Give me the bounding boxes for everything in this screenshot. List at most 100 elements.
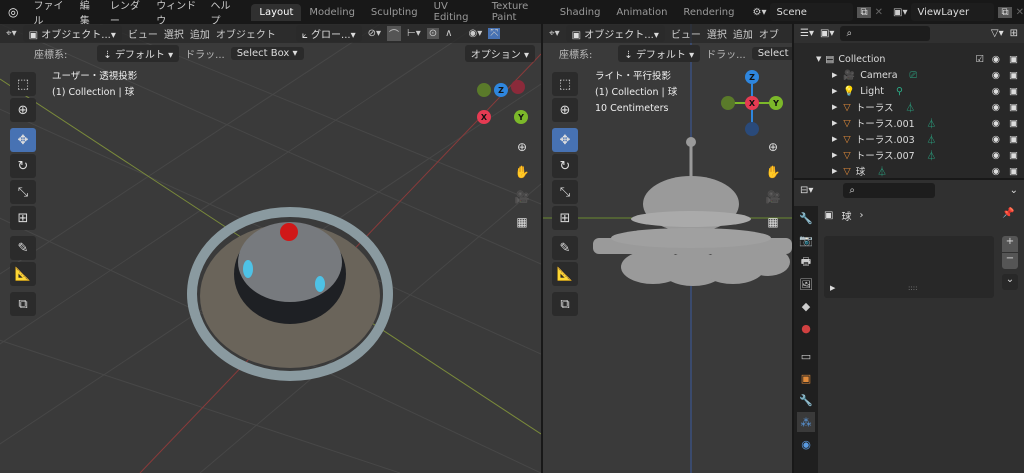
eye-icon[interactable]: ◉ (992, 86, 1000, 97)
render-icon[interactable]: ▣ (1009, 102, 1018, 113)
object-data-icon[interactable]: ⏃ (906, 100, 916, 114)
options-button[interactable]: オプション ▾ (464, 44, 535, 62)
zoom-icon[interactable]: ⊕ (511, 136, 533, 158)
expand-arrow-icon[interactable]: ▶ (832, 135, 837, 143)
render-icon[interactable]: ▣ (1009, 86, 1018, 97)
render-icon[interactable]: ▣ (1009, 150, 1018, 161)
camera-view-icon[interactable]: 🎥 (762, 186, 784, 208)
remove-view-layer-icon[interactable]: ✕ (1016, 7, 1024, 18)
gizmo-neg-x[interactable] (511, 80, 525, 94)
menu-view[interactable]: ビュー (671, 26, 701, 41)
ortho-grid-icon[interactable]: ▦ (511, 211, 533, 233)
move-tool[interactable]: ✥ (552, 128, 578, 152)
measure-tool[interactable]: 📐 (10, 262, 36, 286)
expand-arrow-icon[interactable]: ▶ (832, 103, 837, 111)
pan-hand-icon[interactable]: ✋ (762, 161, 784, 183)
resize-handle-icon[interactable]: :::: (908, 284, 917, 292)
options-dropdown-icon[interactable]: ⌄ (1010, 185, 1018, 196)
expand-arrow-icon[interactable]: ▼ (816, 55, 821, 63)
tab-sculpting[interactable]: Sculpting (363, 4, 426, 21)
select-box-tool[interactable]: ⬚ (10, 72, 36, 96)
cursor-tool[interactable]: ⊕ (552, 98, 578, 122)
gizmo-z[interactable]: Z (494, 83, 508, 97)
menu-object[interactable]: オブジェクト (216, 26, 276, 41)
menu-select[interactable]: 選択 (707, 26, 727, 41)
eye-icon[interactable]: ◉ (992, 118, 1000, 129)
exclude-checkbox[interactable]: ☑ (975, 54, 984, 65)
view-layer-field[interactable]: ViewLayer (911, 3, 995, 21)
gizmo-neg-z[interactable] (745, 122, 759, 136)
tab-modeling[interactable]: Modeling (301, 4, 363, 21)
add-cube-tool[interactable]: ⧉ (10, 292, 36, 316)
object-tab-icon[interactable]: ▣ (797, 368, 815, 388)
menu-help[interactable]: ヘルプ (204, 0, 242, 27)
camera-view-icon[interactable]: 🎥 (511, 186, 533, 208)
remove-slot-button[interactable]: − (1002, 253, 1018, 269)
slot-menu-button[interactable]: ⌄ (1002, 274, 1018, 290)
render-tab-icon[interactable]: 📷 (797, 230, 815, 250)
coord-select[interactable]: ⇣ デフォルト ▾ (618, 44, 701, 62)
add-cube-tool[interactable]: ⧉ (552, 292, 578, 316)
menu-view[interactable]: ビュー (128, 26, 158, 41)
falloff-icon[interactable]: ∧ (445, 28, 452, 39)
modifier-tab-icon[interactable]: 🔧 (797, 390, 815, 410)
material-slot-list[interactable]: ▶ :::: (824, 236, 994, 298)
menu-file[interactable]: ファイル (26, 0, 72, 27)
scene-tab-icon[interactable]: ◆ (797, 296, 815, 316)
gizmo-x[interactable]: X (477, 110, 491, 124)
outliner-search[interactable]: ⌕ (840, 26, 931, 41)
gizmo-neg-y[interactable] (477, 83, 491, 97)
transform-tool[interactable]: ⊞ (10, 206, 36, 230)
object-data-icon[interactable]: ⎚ (910, 70, 918, 81)
outliner-row[interactable]: ▶ ▽ 球 ⏃ ◉ ▣ (794, 163, 1024, 179)
object-data-icon[interactable]: ⚲ (896, 86, 903, 97)
outliner-row[interactable]: ▶ ▽ トーラス.003 ⏃ ◉ ▣ (794, 131, 1024, 147)
outliner-collection-row[interactable]: ▼ ▤ Collection ☑ ◉ ▣ (794, 51, 1024, 67)
remove-scene-icon[interactable]: ✕ (875, 7, 883, 18)
annotate-tool[interactable]: ✎ (10, 236, 36, 260)
snap-icon[interactable]: ⌒ (387, 26, 402, 41)
scale-tool[interactable]: ⤡ (10, 180, 36, 204)
render-icon[interactable]: ▣ (1009, 166, 1018, 177)
select-box-tool[interactable]: ⬚ (552, 72, 578, 96)
gizmo-neg-y[interactable] (721, 96, 735, 110)
new-collection-icon[interactable]: ⊞ (1010, 28, 1018, 39)
mode-select[interactable]: ▣ オブジェクト...▾ (22, 25, 122, 42)
measure-tool[interactable]: 📐 (552, 262, 578, 286)
view-layer-icon[interactable]: ▣▾ (893, 7, 907, 18)
pivot-icon[interactable]: ⊘▾ (368, 28, 381, 39)
navigation-gizmo[interactable]: Z X Y (719, 70, 785, 136)
editor-type-icon[interactable]: ⌖▾ (6, 28, 17, 39)
scene-icon[interactable]: ⚙▾ (752, 7, 766, 18)
render-icon[interactable]: ▣ (1009, 54, 1018, 65)
filter-icon[interactable]: ▽▾ (991, 28, 1004, 39)
zoom-icon[interactable]: ⊕ (762, 136, 784, 158)
properties-search[interactable]: ⌕ (843, 182, 936, 198)
render-icon[interactable]: ▣ (1009, 70, 1018, 81)
pin-icon[interactable]: 📌 (1002, 208, 1014, 219)
menu-edit[interactable]: 編集 (73, 0, 103, 27)
expand-arrow-icon[interactable]: ▶ (832, 87, 837, 95)
expand-arrow-icon[interactable]: ▶ (832, 119, 837, 127)
menu-select[interactable]: 選択 (164, 26, 184, 41)
tab-animation[interactable]: Animation (608, 4, 675, 21)
drag-select[interactable]: Select (751, 46, 792, 60)
object-data-icon[interactable]: ⏃ (927, 116, 937, 130)
editor-type-icon[interactable]: ⌖▾ (549, 28, 560, 39)
gizmo-y[interactable]: Y (769, 96, 783, 110)
view-layer-tab-icon[interactable]: 🖼 (797, 274, 815, 294)
display-mode-icon[interactable]: ▣▾ (820, 28, 834, 39)
collection-tab-icon[interactable]: ▭ (797, 346, 815, 366)
visibility-icon[interactable]: ◉▾ (468, 28, 482, 39)
add-slot-button[interactable]: + (1002, 236, 1018, 252)
render-icon[interactable]: ▣ (1009, 134, 1018, 145)
blender-logo-icon[interactable]: ◎ (0, 5, 26, 19)
new-scene-icon[interactable]: ⧉ (857, 6, 871, 18)
menu-object[interactable]: オブ (759, 26, 779, 41)
menu-add[interactable]: 追加 (733, 26, 753, 41)
tool-tab-icon[interactable]: 🔧 (797, 208, 815, 228)
scale-tool[interactable]: ⤡ (552, 180, 578, 204)
rotate-tool[interactable]: ↻ (10, 154, 36, 178)
physics-tab-icon[interactable]: ◉ (797, 434, 815, 454)
outliner-editor-icon[interactable]: ☰▾ (800, 28, 814, 39)
